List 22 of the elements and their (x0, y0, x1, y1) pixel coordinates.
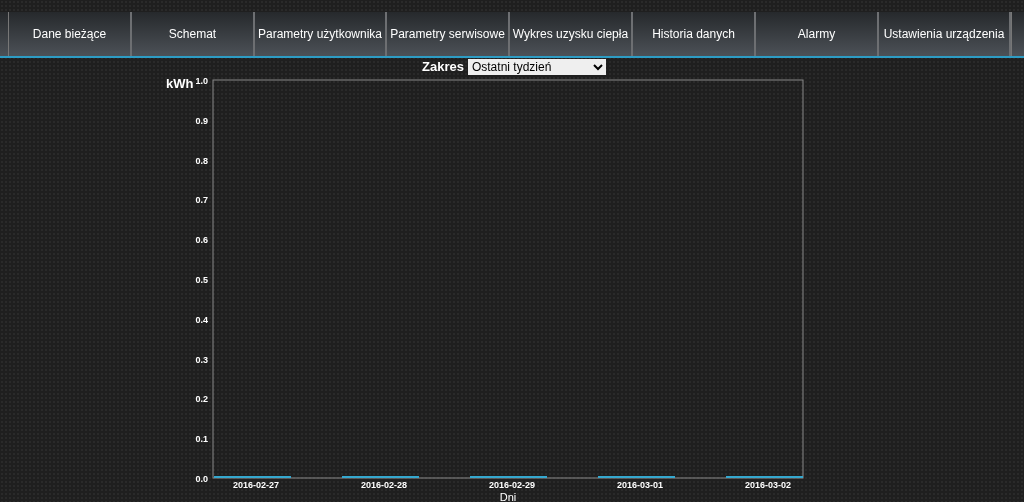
tick-label: 0.9 (195, 115, 208, 126)
axis-title: Dni (499, 491, 517, 502)
tick-label: 0.0 (195, 474, 208, 484)
tick-label: 0.5 (195, 275, 208, 285)
tick-label: 2016-02-27 (233, 480, 279, 490)
axis-title: kWh (166, 76, 194, 91)
tick-label: 0.6 (195, 235, 208, 246)
tick-label: 1.0 (195, 76, 208, 86)
tick-label: 0.1 (195, 434, 208, 445)
tick-label: 0.4 (195, 314, 208, 325)
tick-label: 2016-03-02 (745, 480, 791, 490)
tick-label: 0.2 (195, 394, 208, 405)
tick-label: 2016-02-29 (489, 480, 535, 490)
nav-tab[interactable]: Parametry użytkownika (255, 12, 387, 56)
tick-label: 0.3 (195, 354, 208, 365)
range-select[interactable]: Ostatni tydzień (467, 58, 606, 75)
tick-label: 0.8 (195, 155, 208, 166)
tick-label: 2016-02-28 (361, 480, 407, 490)
tick-label: 2016-03-01 (617, 480, 663, 490)
tick-label: 0.7 (195, 195, 208, 206)
range-label: Zakres (422, 59, 464, 75)
nav-tab[interactable]: Wykres uzysku ciepła (510, 12, 633, 56)
